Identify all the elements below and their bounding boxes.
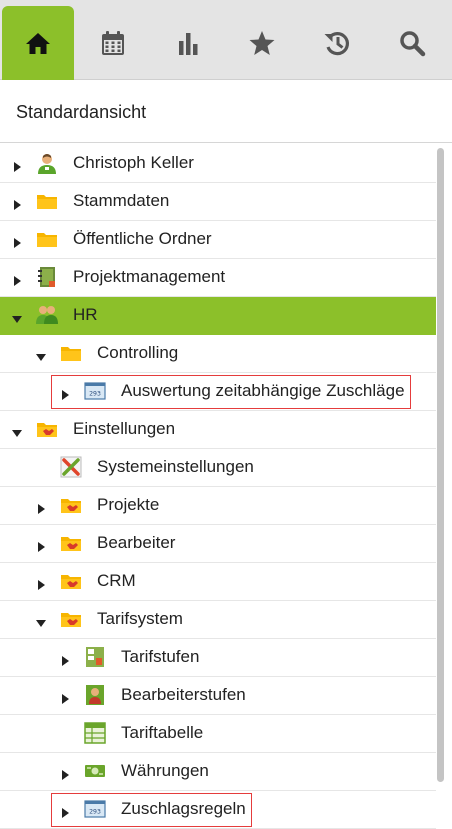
tree-item-label: Christoph Keller [73,153,194,172]
tree-item[interactable]: Öffentliche Ordner [0,221,436,259]
expand-caret-icon[interactable] [36,539,46,552]
tree-item[interactable]: Tariftabelle [0,715,436,753]
tree-item-label: Tarifsystem [97,609,183,628]
expand-caret-icon[interactable] [36,501,46,514]
currency-icon [84,760,106,782]
calendar-icon [102,31,124,55]
expand-caret-icon[interactable] [36,577,46,590]
user-icon [36,152,58,174]
group-icon [36,304,58,326]
tree-item[interactable]: Projektmanagement [0,259,436,297]
collapse-caret-icon[interactable] [12,425,22,437]
tab-history[interactable] [301,6,373,80]
tree-item[interactable]: CRM [0,563,436,601]
tree-item-label: Controlling [97,343,179,362]
settings-folder-icon [60,570,82,592]
settings-folder-icon [60,608,82,630]
tab-statistics[interactable] [152,6,224,80]
expand-caret-icon[interactable] [60,767,70,780]
tree-item[interactable]: 293 Zuschlagsregeln [0,791,436,829]
tab-calendar[interactable] [77,6,149,80]
tree-item[interactable]: HR [0,297,436,335]
expand-caret-icon[interactable] [60,691,70,704]
expand-caret-icon[interactable] [12,273,22,286]
expand-caret-icon[interactable] [12,197,22,210]
tree-item[interactable]: Controlling [0,335,436,373]
tree-item[interactable]: Christoph Keller [0,145,436,183]
tab-bar [0,0,452,80]
tree-item-label: HR [73,305,98,324]
tree-item[interactable]: Systemeinstellungen [0,449,436,487]
tree-item-label: CRM [97,571,136,590]
collapse-caret-icon[interactable] [12,311,22,323]
highlight-box [51,793,252,827]
tree-item-label: Systemeinstellungen [97,457,254,476]
tree-item-label: Bearbeiter [97,533,176,552]
collapse-caret-icon[interactable] [36,349,46,361]
tariff-levels-icon [84,646,106,668]
expand-caret-icon[interactable] [12,159,22,172]
tab-search[interactable] [376,6,448,80]
tree-item[interactable]: Währungen [0,753,436,791]
tab-home[interactable] [2,6,74,80]
star-icon [249,31,275,55]
tree-item-label: Stammdaten [73,191,170,210]
search-icon [400,31,426,57]
tree-item-label: Tarifstufen [121,647,200,666]
tree-item-label: Tariftabelle [121,723,204,742]
tree-item-label: Währungen [121,761,209,780]
tree-item[interactable]: 293 Auswertung zeitabhängige Zuschläge [0,373,436,411]
folder-icon [36,190,58,212]
expand-caret-icon[interactable] [12,235,22,248]
tree-item-label: Bearbeiterstufen [121,685,246,704]
tree-item-label: Projekte [97,495,160,514]
tree-item-label: Einstellungen [73,419,176,438]
history-icon [324,32,349,56]
folder-icon [60,342,82,364]
view-title: Standardansicht [16,102,147,122]
settings-folder-icon [60,532,82,554]
tree-item-label: Projektmanagement [73,267,226,286]
editor-levels-icon [84,684,106,706]
folder-icon [36,228,58,250]
tab-favorites[interactable] [226,6,298,80]
tree-item[interactable]: Bearbeiterstufen [0,677,436,715]
tree-item[interactable]: Tarifstufen [0,639,436,677]
collapse-caret-icon[interactable] [36,615,46,627]
tree-item-label: Öffentliche Ordner [73,229,212,248]
highlight-box [51,375,411,409]
tree-item[interactable]: Stammdaten [0,183,436,221]
scrollbar-thumb[interactable] [437,148,444,782]
expand-caret-icon[interactable] [60,653,70,666]
tree-item[interactable]: Tarifsystem [0,601,436,639]
notebook-icon [36,266,58,288]
tree-item[interactable]: Projekte [0,487,436,525]
header-divider [0,142,452,143]
settings-folder-icon [36,418,58,440]
bar-chart-icon [179,33,198,55]
tools-icon [60,456,82,478]
tree-item[interactable]: Einstellungen [0,411,436,449]
home-icon [26,33,50,54]
settings-folder-icon [60,494,82,516]
tree-item[interactable]: Bearbeiter [0,525,436,563]
table-icon [84,722,106,744]
